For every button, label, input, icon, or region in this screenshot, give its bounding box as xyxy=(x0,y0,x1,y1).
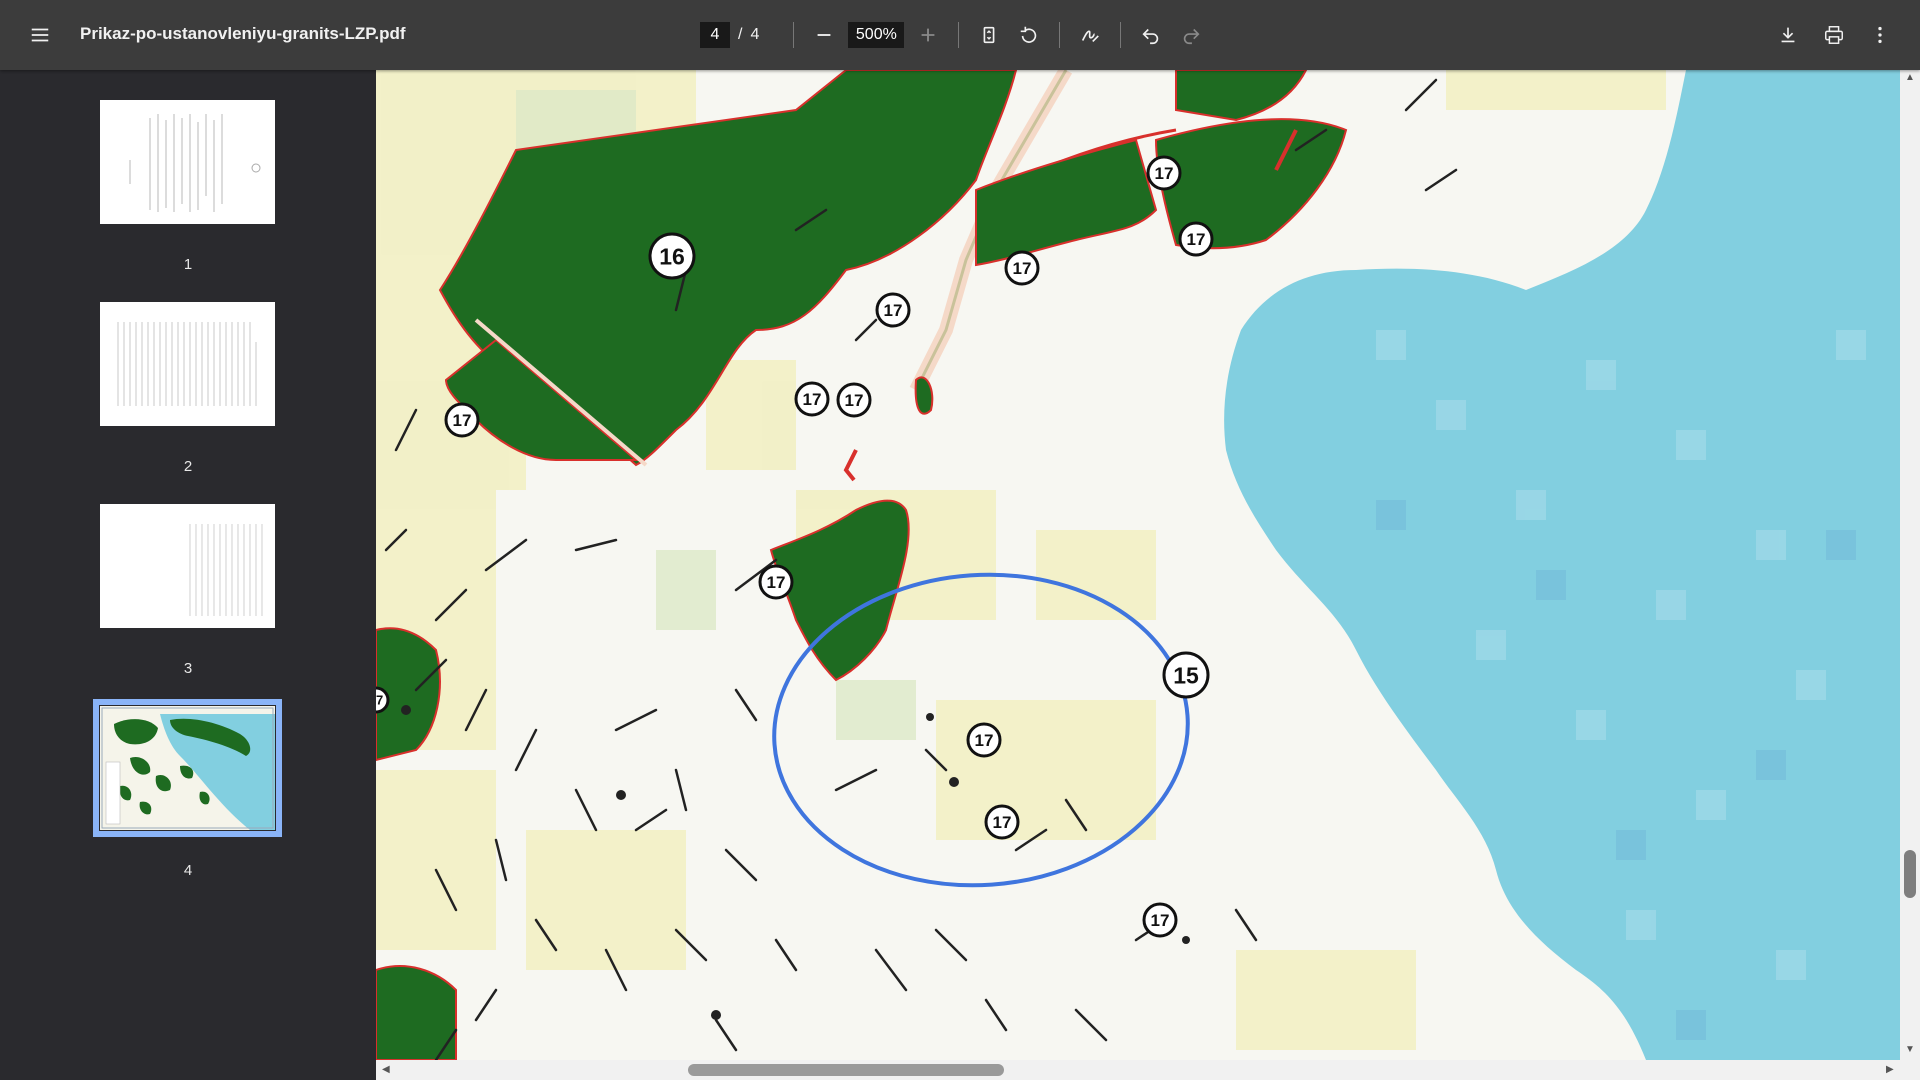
page-thumbnail-label: 3 xyxy=(183,660,193,677)
menu-button[interactable] xyxy=(20,15,60,55)
svg-text:17: 17 xyxy=(1013,259,1032,278)
plus-icon xyxy=(921,28,935,42)
document-title: Prikaz-po-ustanovleniyu-granits-LZP.pdf xyxy=(80,24,406,43)
download-icon xyxy=(1781,27,1795,43)
fit-to-page-button[interactable] xyxy=(969,15,1009,55)
thumbnail-sidebar: 1 2 3 4 xyxy=(0,70,376,1080)
redo-button[interactable] xyxy=(1171,15,1211,55)
svg-text:17: 17 xyxy=(845,391,864,410)
print-button[interactable] xyxy=(1814,15,1854,55)
svg-text:15: 15 xyxy=(1173,662,1199,688)
svg-text:17: 17 xyxy=(1151,911,1170,930)
forest-quarter-label: 17 xyxy=(875,292,911,328)
page-thumbnail-4[interactable] xyxy=(93,699,282,837)
more-actions-button[interactable] xyxy=(1860,15,1900,55)
zoom-input[interactable] xyxy=(848,22,905,48)
page-thumbnail-3[interactable] xyxy=(100,504,275,628)
svg-text:17: 17 xyxy=(1155,164,1174,183)
vertical-scroll-thumb[interactable] xyxy=(1904,850,1916,898)
svg-text:17: 17 xyxy=(376,693,383,708)
vertical-scrollbar[interactable]: ▲ ▼ xyxy=(1900,70,1920,1060)
map-page-view: 16 17 17 17 17 17 17 17 17 17 15 17 17 17 xyxy=(376,70,1900,1060)
undo-button[interactable] xyxy=(1131,15,1171,55)
scroll-down-arrow-icon[interactable]: ▼ xyxy=(1905,1044,1915,1055)
forest-quarter-label: 17 xyxy=(444,402,480,438)
document-viewer[interactable]: 16 17 17 17 17 17 17 17 17 17 15 17 17 17 ▲ ▼ ◀ ▶ xyxy=(376,70,1920,1080)
hamburger-menu-icon xyxy=(31,28,49,42)
forest-quarter-label: 17 xyxy=(758,564,794,600)
svg-text:17: 17 xyxy=(1187,230,1206,249)
scroll-left-arrow-icon[interactable]: ◀ xyxy=(382,1064,390,1075)
page-thumbnail-2[interactable] xyxy=(100,302,275,426)
page-thumbnail-label: 1 xyxy=(183,256,193,273)
thumbnail-page-4-map-image xyxy=(100,706,275,830)
page-thumbnail-label: 4 xyxy=(183,862,193,879)
svg-text:16: 16 xyxy=(659,243,685,269)
forest-quarter-label: 17 xyxy=(836,382,872,418)
horizontal-scroll-thumb[interactable] xyxy=(688,1064,1004,1076)
zoom-out-button[interactable] xyxy=(804,15,844,55)
forest-quarter-label: 17 xyxy=(1146,155,1182,191)
page-separator: / xyxy=(738,26,743,43)
thumbnail-page-2-image xyxy=(100,302,275,426)
forest-quarter-label: 17 xyxy=(1004,250,1040,286)
forest-quarter-label: 17 xyxy=(376,686,390,714)
horizontal-scrollbar[interactable]: ◀ ▶ xyxy=(376,1060,1920,1080)
fit-page-icon xyxy=(983,26,995,44)
forest-quarter-label: 15 xyxy=(1162,651,1210,699)
download-button[interactable] xyxy=(1768,15,1808,55)
page-number-input[interactable] xyxy=(700,22,730,48)
pdf-toolbar: Prikaz-po-ustanovleniyu-granits-LZP.pdf … xyxy=(0,0,1920,70)
divider xyxy=(1059,22,1061,48)
rotate-button[interactable] xyxy=(1009,15,1049,55)
scroll-up-arrow-icon[interactable]: ▲ xyxy=(1905,72,1915,83)
divider xyxy=(793,22,795,48)
right-tools xyxy=(1768,15,1900,55)
scroll-right-arrow-icon[interactable]: ▶ xyxy=(1886,1064,1894,1075)
forest-quarter-label: 17 xyxy=(1142,902,1178,938)
thumbnail-page-1-image xyxy=(100,100,275,224)
zoom-in-button[interactable] xyxy=(908,15,948,55)
svg-text:17: 17 xyxy=(884,301,903,320)
page-thumbnail-1[interactable] xyxy=(100,100,275,224)
minus-icon xyxy=(817,34,831,36)
forest-quarter-label: 17 xyxy=(794,381,830,417)
forest-quarter-label: 17 xyxy=(966,722,1002,758)
divider xyxy=(1120,22,1122,48)
center-tools: / 4 xyxy=(700,15,1211,55)
rotate-icon xyxy=(1021,26,1037,43)
annotate-button[interactable] xyxy=(1070,15,1110,55)
svg-text:17: 17 xyxy=(803,390,822,409)
thumbnail-page-3-image xyxy=(100,504,275,628)
svg-text:17: 17 xyxy=(975,731,994,750)
page-total: 4 xyxy=(750,26,760,43)
forest-quarter-label: 17 xyxy=(984,804,1020,840)
redo-icon xyxy=(1184,28,1200,45)
pen-annotate-icon xyxy=(1082,30,1100,43)
forest-quarter-label: 16 xyxy=(648,232,696,280)
svg-text:17: 17 xyxy=(767,573,786,592)
page-thumbnail-label: 2 xyxy=(183,458,193,475)
undo-icon xyxy=(1142,28,1159,45)
more-vertical-icon xyxy=(1878,26,1882,44)
svg-text:17: 17 xyxy=(453,411,472,430)
forest-quarter-label: 17 xyxy=(1178,221,1214,257)
svg-text:17: 17 xyxy=(993,813,1012,832)
divider xyxy=(958,22,960,48)
printer-icon xyxy=(1825,26,1843,44)
